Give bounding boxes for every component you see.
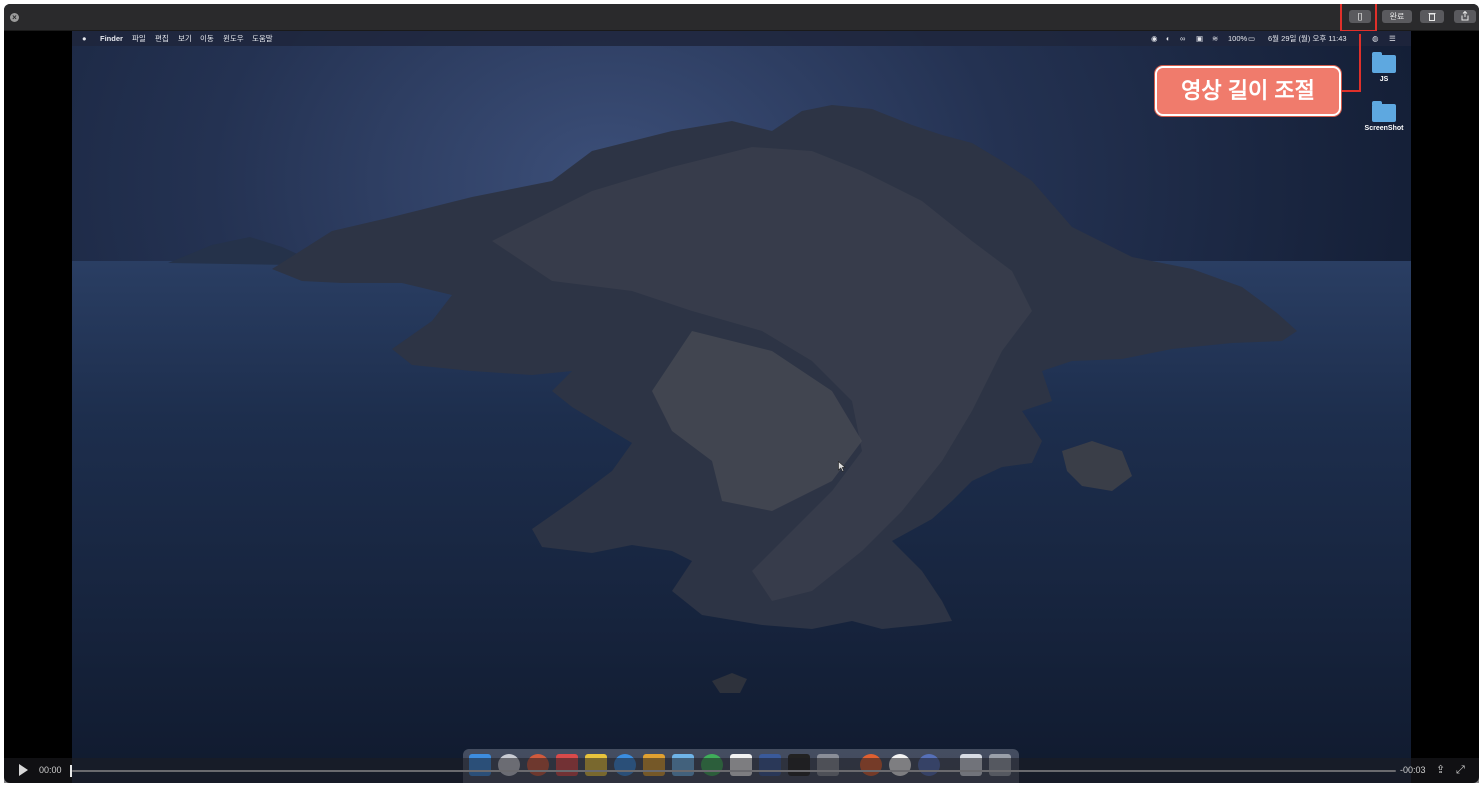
menu-file[interactable]: 파일 [132, 31, 146, 46]
notification-center-icon[interactable]: ☰ [1389, 31, 1396, 46]
video-player-window: × [] 완료 ● Finder 파일 편집 보기 이동 윈도우 도움말 ◉ ◐… [4, 4, 1479, 783]
scrubber-track[interactable] [72, 770, 1396, 772]
play-icon[interactable] [19, 764, 28, 776]
battery-percent: 100% [1228, 34, 1248, 43]
share-icon[interactable]: ⇪ [1436, 763, 1445, 777]
callout-connector-vertical [1359, 34, 1361, 92]
desktop-icon-screenshot[interactable]: ScreenShot [1364, 101, 1404, 132]
battery-icon[interactable]: ▭ [1248, 31, 1255, 46]
menu-edit[interactable]: 편집 [155, 31, 169, 46]
mac-menubar: ● Finder 파일 편집 보기 이동 윈도우 도움말 ◉ ◐ ∞ ▣ ≋ 1… [72, 31, 1411, 46]
desktop-icon-label: ScreenShot [1364, 125, 1404, 132]
folder-icon [1372, 52, 1396, 73]
trim-highlight-box [1340, 4, 1377, 32]
share-icon [1461, 10, 1469, 21]
video-frame: ● Finder 파일 편집 보기 이동 윈도우 도움말 ◉ ◐ ∞ ▣ ≋ 1… [72, 31, 1411, 783]
menu-view[interactable]: 보기 [178, 31, 192, 46]
menu-help[interactable]: 도움말 [252, 31, 273, 46]
app-status-icon[interactable]: ◐ [1166, 31, 1171, 46]
trash-button[interactable] [1420, 10, 1444, 23]
annotation-callout: 영상 길이 조절 [1155, 66, 1341, 116]
calendar-status-icon[interactable]: ▣ [1196, 31, 1203, 46]
menu-window[interactable]: 윈도우 [223, 31, 244, 46]
done-button[interactable]: 완료 [1382, 10, 1412, 23]
folder-icon [1372, 101, 1396, 122]
callout-connector-horizontal [1341, 90, 1361, 92]
fullscreen-icon[interactable]: ⤢ [1456, 763, 1465, 777]
record-status-icon[interactable]: ◉ [1151, 31, 1158, 46]
siri-icon[interactable]: ◍ [1372, 31, 1379, 46]
close-icon[interactable]: × [10, 13, 19, 22]
menu-go[interactable]: 이동 [200, 31, 214, 46]
remaining-time: -00:03 [1400, 765, 1426, 775]
desktop-icon-label: JS [1379, 76, 1389, 83]
title-bar: × [] 완료 [4, 4, 1479, 32]
glasses-icon[interactable]: ∞ [1180, 31, 1185, 46]
menu-app-finder[interactable]: Finder [100, 31, 123, 46]
menubar-clock[interactable]: 6월 29일 (월) 오후 11:43 [1268, 31, 1347, 46]
playback-controls: 00:00 -00:03 ⇪ ⤢ [4, 758, 1479, 783]
mouse-cursor-icon [838, 461, 846, 472]
wifi-icon[interactable]: ≋ [1212, 31, 1218, 46]
apple-menu-icon[interactable]: ● [82, 31, 87, 46]
island-landscape [168, 105, 1297, 693]
scrubber-playhead[interactable] [70, 765, 72, 777]
current-time: 00:00 [39, 765, 62, 775]
desktop-icon-js[interactable]: JS [1364, 52, 1404, 83]
trash-icon [1428, 13, 1436, 21]
share-button[interactable] [1454, 10, 1476, 23]
